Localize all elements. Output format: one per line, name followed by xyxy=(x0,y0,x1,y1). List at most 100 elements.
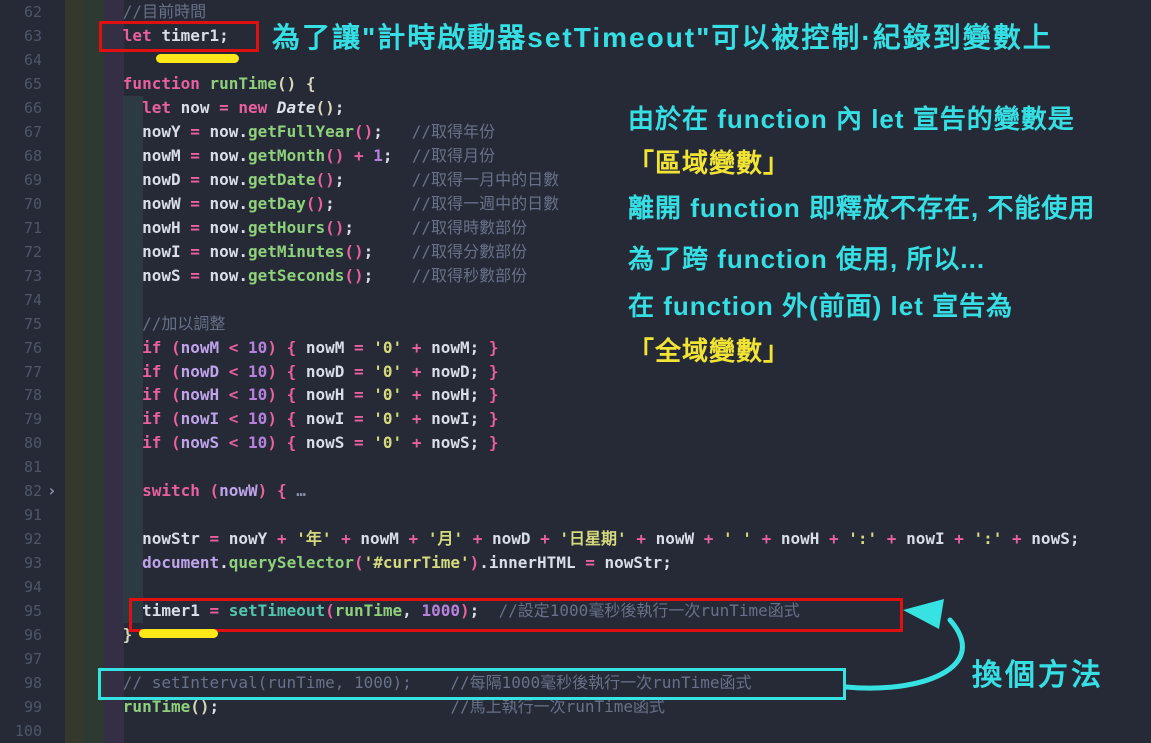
line-number[interactable]: 75 xyxy=(0,312,42,336)
line-number[interactable]: 100 xyxy=(0,719,42,743)
code-text[interactable]: } xyxy=(65,623,132,647)
token-c: //取得秒數部份 xyxy=(412,266,527,285)
token-b2: () xyxy=(315,170,334,189)
line-number[interactable]: 81 xyxy=(0,455,42,479)
code-text[interactable]: nowW = now.getDay(); //取得一週中的日數 xyxy=(65,192,559,216)
line-number[interactable]: 99 xyxy=(0,695,42,719)
line-number[interactable]: 71 xyxy=(0,216,42,240)
line-number[interactable]: 74 xyxy=(0,288,42,312)
token-n: 10 xyxy=(248,385,267,404)
line-number[interactable]: 95 xyxy=(0,599,42,623)
line-number[interactable]: 97 xyxy=(0,647,42,671)
token-b1: () xyxy=(315,98,334,117)
code-line-79: 79 if (nowI < 10) { nowI = '0' + nowI; } xyxy=(0,407,1151,431)
code-text[interactable]: if (nowI < 10) { nowI = '0' + nowI; } xyxy=(65,407,499,431)
token-b2: } xyxy=(489,433,499,452)
code-text[interactable]: nowH = now.getHours(); //取得時數部份 xyxy=(65,216,527,240)
line-number[interactable]: 68 xyxy=(0,144,42,168)
line-number[interactable]: 76 xyxy=(0,336,42,360)
line-number[interactable]: 91 xyxy=(0,503,42,527)
line-number[interactable]: 62 xyxy=(0,0,42,24)
token-k: < xyxy=(229,385,248,404)
code-text[interactable]: // setInterval(runTime, 1000); //每隔1000毫… xyxy=(65,671,752,695)
token-k: = xyxy=(219,98,238,117)
token-b2: ( xyxy=(325,601,335,620)
indent-guide-stripe xyxy=(104,288,124,312)
line-number[interactable]: 73 xyxy=(0,264,42,288)
line-number[interactable]: 82 xyxy=(0,479,42,503)
code-text[interactable]: document.querySelector('#currTime').inne… xyxy=(65,551,672,575)
code-text[interactable]: nowD = now.getDate(); //取得一月中的日數 xyxy=(65,168,559,192)
line-number[interactable]: 98 xyxy=(0,671,42,695)
line-number[interactable]: 94 xyxy=(0,575,42,599)
code-text[interactable]: nowStr = nowY + '年' + nowM + '月' + nowD … xyxy=(65,527,1079,551)
code-text[interactable]: let timer1; xyxy=(65,24,229,48)
token-k: + xyxy=(829,529,848,548)
code-text[interactable]: //加以調整 xyxy=(65,312,225,336)
code-line-99: 99 runTime(); //馬上執行一次runTime函式 xyxy=(0,695,1151,719)
token-b1: () xyxy=(190,697,209,716)
token-w: ; xyxy=(383,146,412,165)
token-g: getDay xyxy=(248,194,306,213)
token-b1: () { xyxy=(277,74,316,93)
token-k: + xyxy=(636,529,655,548)
line-number[interactable]: 72 xyxy=(0,240,42,264)
token-k: = xyxy=(190,122,209,141)
code-text[interactable]: nowI = now.getMinutes(); //取得分數部份 xyxy=(65,240,527,264)
code-text[interactable]: switch (nowW) { … xyxy=(65,479,306,503)
token-w: nowM xyxy=(360,529,408,548)
token-k: = xyxy=(210,601,229,620)
line-number[interactable]: 63 xyxy=(0,24,42,48)
token-w: nowI xyxy=(65,242,190,261)
line-number[interactable]: 64 xyxy=(0,48,42,72)
token-g: getMonth xyxy=(248,146,325,165)
line-number[interactable]: 78 xyxy=(0,383,42,407)
indent-guide-stripe xyxy=(104,575,124,599)
line-number[interactable]: 66 xyxy=(0,96,42,120)
token-n: 10 xyxy=(248,409,267,428)
code-text[interactable]: if (nowH < 10) { nowH = '0' + nowH; } xyxy=(65,383,499,407)
fold-chevron-icon[interactable]: › xyxy=(47,479,57,503)
indent-guide-stripe xyxy=(65,719,85,743)
code-text[interactable]: //目前時間 xyxy=(65,0,206,24)
token-w: ; xyxy=(325,194,412,213)
token-v: nowI xyxy=(181,409,229,428)
line-number[interactable]: 92 xyxy=(0,527,42,551)
code-text[interactable]: function runTime() { xyxy=(65,72,315,96)
code-text[interactable]: if (nowS < 10) { nowS = '0' + nowS; } xyxy=(65,431,499,455)
code-text[interactable]: nowM = now.getMonth() + 1; //取得月份 xyxy=(65,144,495,168)
token-g: runTime xyxy=(210,74,277,93)
code-text[interactable]: if (nowD < 10) { nowD = '0' + nowD; } xyxy=(65,360,499,384)
line-number[interactable]: 67 xyxy=(0,120,42,144)
token-s: '#currTime' xyxy=(364,553,470,572)
token-k: = xyxy=(585,553,604,572)
line-number[interactable]: 79 xyxy=(0,407,42,431)
code-text[interactable]: if (nowM < 10) { nowM = '0' + nowM; } xyxy=(65,336,499,360)
token-k: + xyxy=(412,409,431,428)
indent-guide-stripe xyxy=(84,575,104,599)
code-text[interactable]: nowS = now.getSeconds(); //取得秒數部份 xyxy=(65,264,527,288)
line-number[interactable]: 80 xyxy=(0,431,42,455)
code-text[interactable]: nowY = now.getFullYear(); //取得年份 xyxy=(65,120,495,144)
line-number[interactable]: 96 xyxy=(0,623,42,647)
token-k: = xyxy=(354,338,373,357)
line-number[interactable]: 77 xyxy=(0,360,42,384)
code-text[interactable]: timer1 = setTimeout(runTime, 1000); //設定… xyxy=(65,599,800,623)
code-text[interactable]: let now = new Date(); xyxy=(65,96,344,120)
indent-guide-stripe xyxy=(65,575,85,599)
code-text[interactable]: runTime(); //馬上執行一次runTime函式 xyxy=(65,695,665,719)
token-s: '0' xyxy=(373,385,412,404)
code-line-65: 65 function runTime() { xyxy=(0,72,1151,96)
token-k: switch xyxy=(65,481,210,500)
token-k: if xyxy=(65,385,171,404)
token-w: , xyxy=(402,601,421,620)
line-number[interactable]: 69 xyxy=(0,168,42,192)
line-number[interactable]: 93 xyxy=(0,551,42,575)
line-number[interactable]: 65 xyxy=(0,72,42,96)
token-w: now. xyxy=(210,170,249,189)
token-w: ; xyxy=(335,170,412,189)
annotation-note-cyan: 離開 function 即釋放不存在, 不能使用 xyxy=(628,188,1095,225)
token-k: = xyxy=(354,433,373,452)
indent-guide-stripe xyxy=(123,503,143,527)
line-number[interactable]: 70 xyxy=(0,192,42,216)
